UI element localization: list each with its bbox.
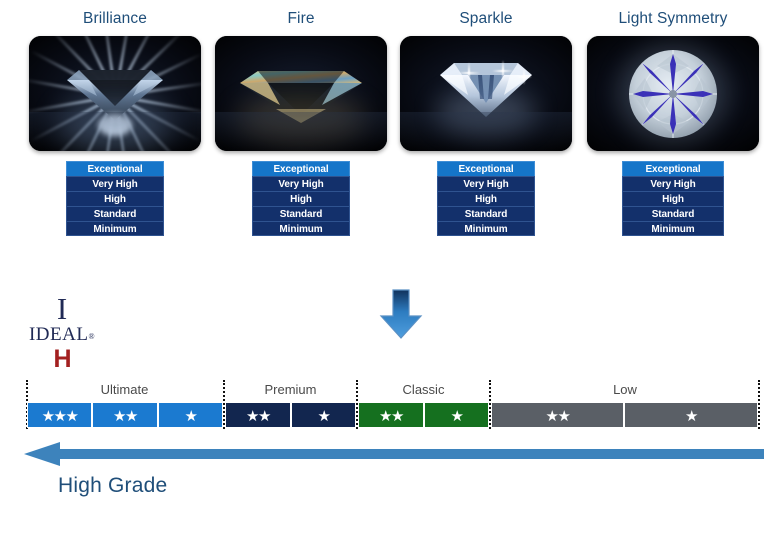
rating-exceptional[interactable]: Exceptional	[252, 161, 350, 176]
rating-standard[interactable]: Standard	[622, 206, 724, 221]
attribute-columns: Brilliance Exceptional Very High High St…	[0, 0, 784, 270]
rating-exceptional[interactable]: Exceptional	[66, 161, 164, 176]
grade-segment-low-1[interactable]: ★	[624, 402, 758, 428]
rating-exceptional[interactable]: Exceptional	[622, 161, 724, 176]
photo-floor	[29, 111, 201, 151]
sparkle-icon	[457, 71, 480, 74]
grade-segment-ultimate-2[interactable]: ★★	[92, 402, 158, 428]
high-grade-caption: High Grade	[58, 474, 168, 497]
rating-minimum[interactable]: Minimum	[622, 221, 724, 236]
attribute-title: Light Symmetry	[618, 10, 728, 27]
group-label-premium: Premium	[264, 382, 317, 397]
group-label-classic: Classic	[402, 382, 445, 397]
ambient-glow	[619, 43, 727, 144]
grade-segment-low-2[interactable]: ★★	[491, 402, 624, 428]
photo-floor	[400, 111, 572, 151]
ideal-logo: I IDEAL® H	[14, 291, 110, 373]
star-rating: ★★★	[41, 408, 79, 425]
grade-segment-ultimate-1[interactable]: ★	[158, 402, 223, 428]
grade-segment-classic-1[interactable]: ★	[424, 402, 489, 428]
group-label-low: Low	[613, 382, 637, 397]
attribute-title: Brilliance	[83, 10, 147, 27]
grade-segment-premium-1[interactable]: ★	[291, 402, 356, 428]
rating-very-high[interactable]: Very High	[252, 176, 350, 191]
star-rating: ★★	[113, 408, 138, 425]
grade-segment-classic-2[interactable]: ★★	[358, 402, 424, 428]
logo-wordmark: IDEAL®	[14, 324, 110, 347]
scale-divider	[758, 380, 760, 429]
attribute-title: Fire	[287, 10, 315, 27]
rating-minimum[interactable]: Minimum	[66, 221, 164, 236]
logo-submark-h: H	[53, 344, 71, 373]
attribute-column-fire: Fire Exceptional Very High High Standard…	[208, 0, 394, 236]
registered-mark: ®	[88, 331, 96, 341]
rating-very-high[interactable]: Very High	[622, 176, 724, 191]
diamond-light-symmetry-photo	[587, 36, 759, 151]
rating-stack-sparkle: Exceptional Very High High Standard Mini…	[437, 161, 535, 236]
sparkle-icon	[492, 69, 515, 72]
rating-high[interactable]: High	[252, 191, 350, 206]
logo-mark-i: I	[56, 291, 68, 326]
grade-segment-premium-2[interactable]: ★★	[225, 402, 291, 428]
rating-standard[interactable]: Standard	[252, 206, 350, 221]
grade-segment-ultimate-3[interactable]: ★★★	[27, 402, 92, 428]
star-rating: ★	[450, 408, 464, 425]
star-rating: ★	[184, 408, 198, 425]
left-arrow-icon	[24, 442, 764, 466]
rating-high[interactable]: High	[66, 191, 164, 206]
rating-high[interactable]: High	[437, 191, 535, 206]
attribute-column-sparkle: Sparkle Exceptional Very High High Stand…	[393, 0, 579, 236]
star-rating: ★★	[545, 408, 571, 425]
rating-standard[interactable]: Standard	[437, 206, 535, 221]
star-rating: ★★	[246, 408, 271, 425]
diamond-fire-photo	[215, 36, 387, 151]
attribute-column-light-symmetry: Light Symmetry Exceptional Very High Hig…	[580, 0, 766, 236]
star-rating: ★	[317, 408, 331, 425]
grade-scale: Ultimate Premium Classic Low ★★★ ★★ ★ ★★…	[26, 380, 760, 432]
group-label-ultimate: Ultimate	[100, 382, 149, 397]
diamond-brilliance-photo	[29, 36, 201, 151]
rating-very-high[interactable]: Very High	[66, 176, 164, 191]
star-rating: ★	[685, 408, 698, 425]
rating-very-high[interactable]: Very High	[437, 176, 535, 191]
star-rating: ★★	[379, 408, 404, 425]
rating-minimum[interactable]: Minimum	[252, 221, 350, 236]
attribute-column-brilliance: Brilliance Exceptional Very High High St…	[22, 0, 208, 236]
diamond-sparkle-photo	[400, 36, 572, 151]
rating-stack-light-symmetry: Exceptional Very High High Standard Mini…	[622, 161, 724, 236]
down-arrow-icon	[379, 289, 423, 339]
rating-minimum[interactable]: Minimum	[437, 221, 535, 236]
sparkle-icon	[515, 76, 532, 79]
rating-standard[interactable]: Standard	[66, 206, 164, 221]
rating-stack-brilliance: Exceptional Very High High Standard Mini…	[66, 161, 164, 236]
rating-high[interactable]: High	[622, 191, 724, 206]
rating-stack-fire: Exceptional Very High High Standard Mini…	[252, 161, 350, 236]
photo-floor	[215, 111, 387, 151]
attribute-title: Sparkle	[459, 10, 513, 27]
rating-exceptional[interactable]: Exceptional	[437, 161, 535, 176]
logo-word-text: IDEAL	[28, 324, 89, 345]
